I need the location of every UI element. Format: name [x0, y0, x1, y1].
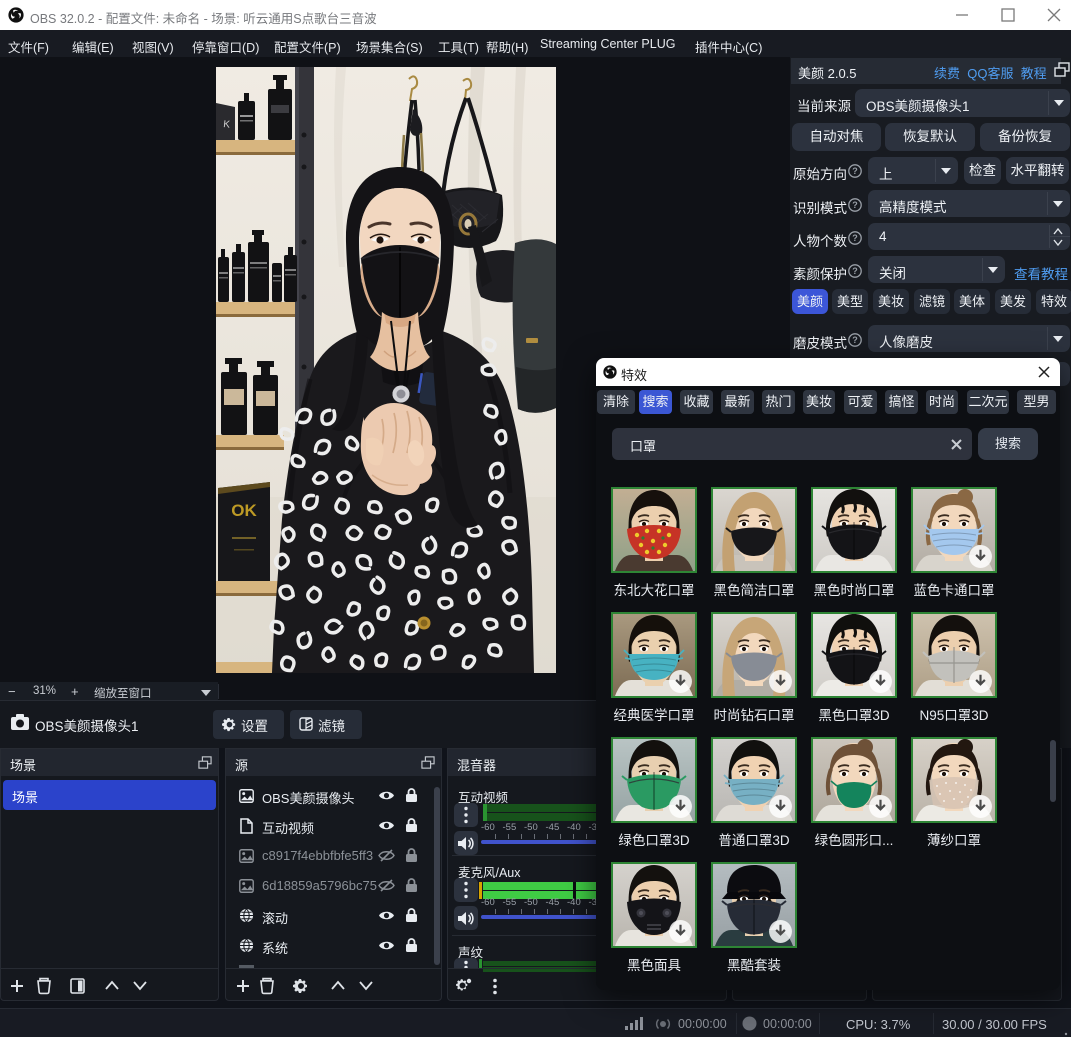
svg-text:?: ?: [852, 335, 858, 345]
svg-text:?: ?: [852, 233, 858, 243]
svg-text:?: ?: [852, 166, 858, 176]
svg-text:?: ?: [852, 266, 858, 276]
svg-text:?: ?: [852, 200, 858, 210]
svg-text:OK: OK: [231, 501, 257, 520]
